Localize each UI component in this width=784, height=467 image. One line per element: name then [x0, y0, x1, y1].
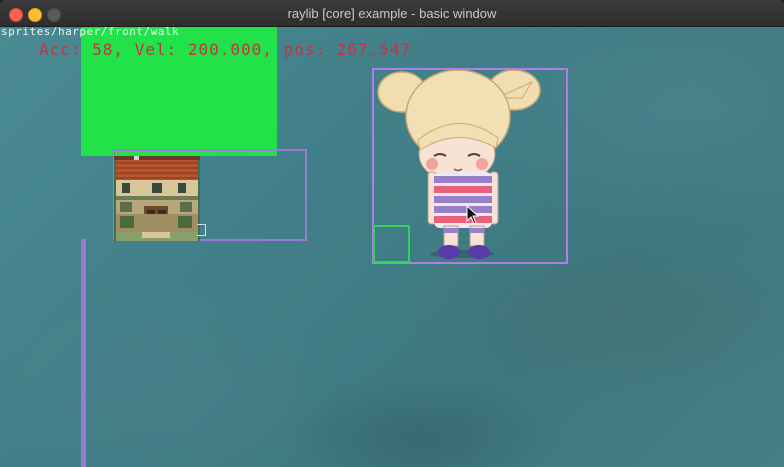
- sprite-path-label: sprites/harper/front/walk: [1, 27, 180, 38]
- game-canvas[interactable]: sprites/harper/front/walk Acc: 58, Vel: …: [0, 27, 784, 467]
- physics-stats-label: Acc: 58, Vel: 200.000, pos: 267.547: [39, 40, 412, 59]
- arrow-cursor-icon: [466, 205, 480, 225]
- house-sprite: [114, 156, 200, 241]
- window-title: raylib [core] example - basic window: [287, 6, 497, 21]
- left-boundary-line: [81, 239, 86, 467]
- house-resize-handle[interactable]: [197, 224, 206, 236]
- app-window: raylib [core] example - basic window spr…: [0, 0, 784, 467]
- hitbox-rect: [373, 225, 410, 263]
- title-bar[interactable]: raylib [core] example - basic window: [0, 0, 784, 27]
